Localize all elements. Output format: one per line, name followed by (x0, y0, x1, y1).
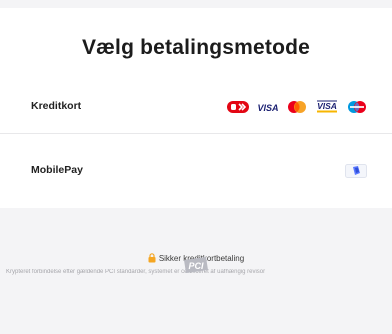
payment-option-kreditkort[interactable]: Kreditkort VISA VISA (0, 82, 392, 134)
lock-icon (148, 253, 156, 265)
dankort-icon (227, 101, 249, 113)
visa-icon: VISA (256, 101, 280, 113)
visa-electron-icon: VISA (314, 100, 340, 113)
pci-icon: PCI (182, 256, 210, 274)
payment-option-label: Kreditkort (31, 100, 82, 112)
visa-logo-text: VISA (257, 103, 278, 113)
card-logos: VISA VISA (227, 100, 367, 114)
pci-logo-text: PCI (188, 261, 204, 271)
top-strip (0, 0, 392, 8)
payment-option-mobilepay[interactable]: MobilePay (0, 146, 392, 198)
page-title: Vælg betalingsmetode (81, 36, 311, 59)
payment-option-label: MobilePay (31, 164, 83, 176)
visa-electron-logo-text: VISA (317, 101, 337, 111)
mastercard-icon (287, 101, 307, 113)
maestro-icon (347, 101, 367, 113)
mobilepay-icon (345, 164, 367, 178)
mobilepay-logos (345, 164, 367, 178)
